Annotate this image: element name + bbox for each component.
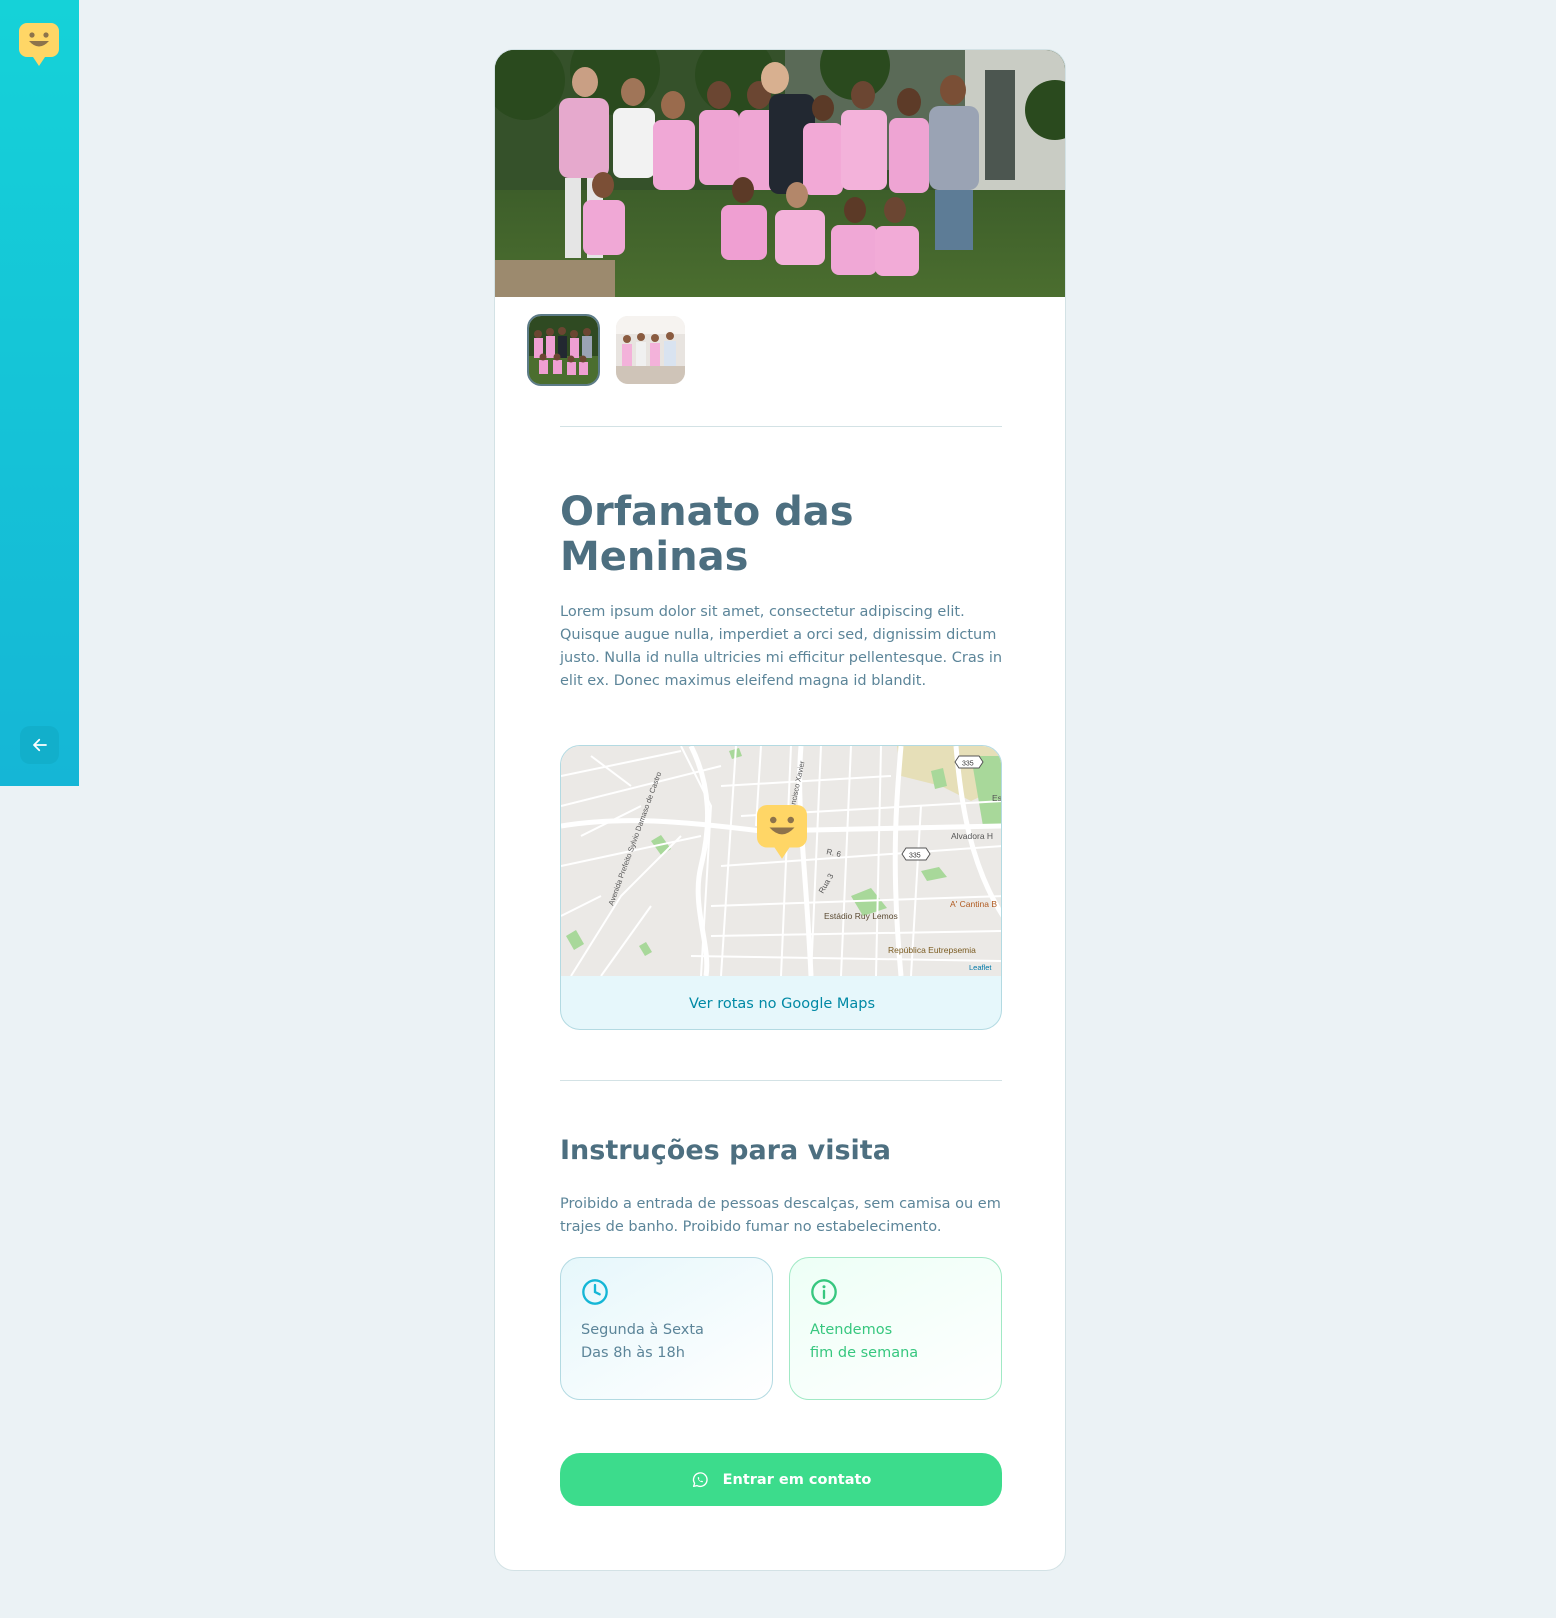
orphanage-name: Orfanato das Meninas: [560, 489, 854, 580]
happy-logo-icon[interactable]: [19, 23, 59, 67]
google-maps-directions-link[interactable]: Ver rotas no Google Maps: [561, 976, 1001, 1029]
weekend-card: Atendemos fim de semana: [789, 1257, 1002, 1400]
svg-text:335: 335: [909, 853, 921, 860]
divider: [560, 1080, 1002, 1081]
contact-button-label: Entrar em contato: [722, 1471, 872, 1488]
thumbnail-2[interactable]: [614, 314, 687, 386]
svg-text:A' Cantina B: A' Cantina B: [950, 899, 997, 909]
orphanage-about: Lorem ipsum dolor sit amet, consectetur …: [560, 604, 1003, 689]
whatsapp-icon: [692, 1471, 708, 1487]
orphanage-details-card: Orfanato das Meninas Lorem ipsum dolor s…: [494, 49, 1066, 1571]
sidebar: [0, 0, 79, 786]
clock-icon: [582, 1279, 608, 1305]
photo-thumbnails: [527, 314, 687, 386]
orphanage-main-photo: [495, 50, 1065, 297]
info-icon: [811, 1279, 837, 1305]
svg-text:República Eutrepsemia: República Eutrepsemia: [888, 945, 976, 955]
instructions-heading: Instruções para visita: [560, 1135, 891, 1166]
svg-text:Leaflet: Leaflet: [969, 963, 992, 972]
location-map[interactable]: Avenida Prefeito Sylvio Damaso de Castro…: [561, 746, 1002, 976]
opening-hours-card: Segunda à Sexta Das 8h às 18h: [560, 1257, 773, 1400]
svg-text:335: 335: [962, 761, 974, 768]
hours-days: Segunda à Sexta: [581, 1322, 704, 1338]
weekend-line-2: fim de semana: [810, 1345, 919, 1361]
svg-text:Es: Es: [992, 793, 1002, 803]
instructions-text: Proibido a entrada de pessoas descalças,…: [560, 1196, 1001, 1235]
arrow-left-icon: [32, 738, 47, 752]
svg-text:Estádio Ruy Lemos: Estádio Ruy Lemos: [824, 911, 898, 921]
map-marker-icon[interactable]: [757, 805, 807, 860]
contact-button[interactable]: Entrar em contato: [560, 1453, 1002, 1506]
weekend-line-1: Atendemos: [810, 1322, 893, 1338]
back-button[interactable]: [20, 726, 59, 764]
svg-text:Alvadora H: Alvadora H: [951, 831, 993, 841]
thumbnail-1[interactable]: [527, 314, 600, 386]
divider: [560, 426, 1002, 427]
map-container: Avenida Prefeito Sylvio Damaso de Castro…: [560, 745, 1002, 1030]
hours-time: Das 8h às 18h: [581, 1345, 685, 1361]
